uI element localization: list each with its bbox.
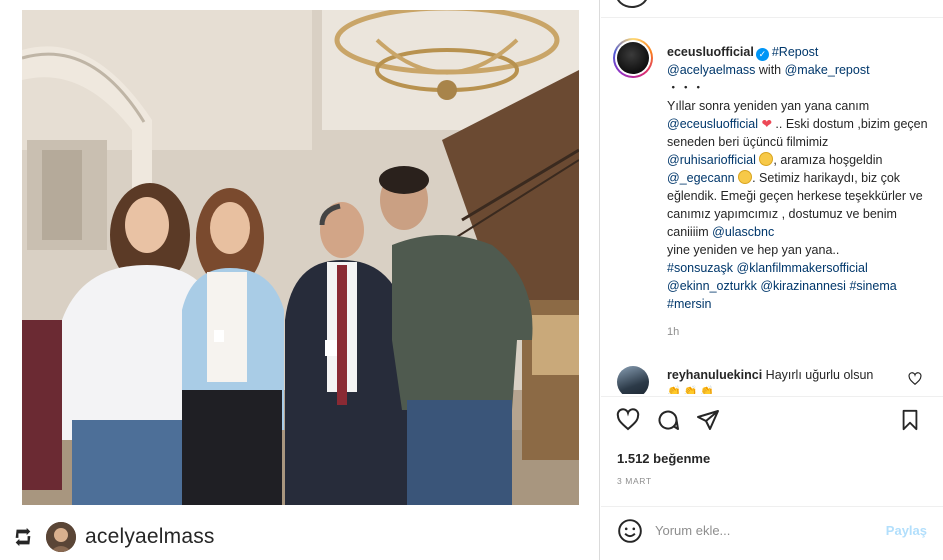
repost-attribution[interactable]: acelyaelmass <box>10 517 215 557</box>
likes-count[interactable]: 1.512 beğenme <box>617 451 710 466</box>
emoji-picker-icon[interactable] <box>617 518 643 544</box>
comment-bubble-icon[interactable] <box>655 407 681 433</box>
mention-2[interactable]: @ruhisariofficial <box>667 153 756 167</box>
mention-app[interactable]: @make_repost <box>785 63 870 77</box>
repost-icon <box>10 524 36 550</box>
hashtag-3[interactable]: #mersin <box>667 297 711 311</box>
comment-item: reyhanuluekinci Hayırlı uğurlu olsun 👏👏👏 <box>617 364 937 394</box>
divider <box>601 396 943 397</box>
mention-3[interactable]: @_egecann <box>667 171 735 185</box>
comment-text: reyhanuluekinci Hayırlı uğurlu olsun <box>667 368 873 382</box>
comment-input[interactable] <box>655 519 865 541</box>
comment-like-icon[interactable] <box>908 372 922 386</box>
caption-username[interactable]: eceusluofficial <box>667 45 754 59</box>
repost-avatar[interactable] <box>46 522 76 552</box>
hashtag-1[interactable]: #sonsuzaşk <box>667 261 733 275</box>
smiling-face-emoji-icon <box>759 152 774 166</box>
caption-line1: Yıllar sonra yeniden yan yana canım <box>667 99 870 113</box>
comment-avatar[interactable] <box>617 366 649 394</box>
mention-4[interactable]: @ulascbnc <box>712 225 774 239</box>
add-comment-bar: Paylaş <box>601 507 943 555</box>
mention-1[interactable]: @eceusluofficial <box>667 117 758 131</box>
mention-6[interactable]: @ekinn_ozturkk <box>667 279 757 293</box>
post-comment-button[interactable]: Paylaş <box>886 523 927 538</box>
hashtag-repost[interactable]: #Repost <box>772 45 819 59</box>
heart-emoji-icon: ❤ <box>761 117 772 131</box>
repost-username[interactable]: acelyaelmass <box>85 525 215 549</box>
like-heart-icon[interactable] <box>615 407 641 433</box>
post-side-panel: eceusluofficial ✓ #Repost @acelyaelmass wi… <box>601 0 943 560</box>
mention-5[interactable]: @klanfilmmakersofficial <box>737 261 868 275</box>
caption-avatar[interactable] <box>613 38 653 78</box>
caption-text: eceusluofficial ✓ #Repost @acelyaelmass wi… <box>667 43 939 313</box>
group-photo-illustration <box>22 10 579 505</box>
action-bar <box>615 407 929 435</box>
comment-username[interactable]: reyhanuluekinci <box>667 368 762 382</box>
post-photo[interactable] <box>22 10 579 505</box>
mention-reposter[interactable]: @acelyaelmass <box>667 63 755 77</box>
share-send-icon[interactable] <box>695 407 721 433</box>
save-bookmark-icon[interactable] <box>897 407 923 433</box>
media-panel: acelyaelmass <box>0 0 600 560</box>
caption-text3: , aramıza hoşgeldin <box>773 153 883 167</box>
mention-7[interactable]: @kirazinannesi <box>760 279 846 293</box>
with-text: with <box>755 63 785 77</box>
smiling-face-emoji-icon <box>738 170 753 184</box>
caption-text5: yine yeniden ve hep yan yana.. <box>667 243 840 257</box>
comment-emoji: 👏👏👏 <box>667 386 718 394</box>
comment-body: Hayırlı uğurlu olsun <box>765 368 874 382</box>
caption-timestamp: 1h <box>667 326 680 338</box>
divider <box>601 17 943 18</box>
verified-badge-icon: ✓ <box>755 48 769 61</box>
caption-dots: ・・・ <box>667 81 705 95</box>
post-date: 3 MART <box>617 476 652 486</box>
header-avatar[interactable] <box>615 0 649 8</box>
hashtag-2[interactable]: #sinema <box>849 279 896 293</box>
